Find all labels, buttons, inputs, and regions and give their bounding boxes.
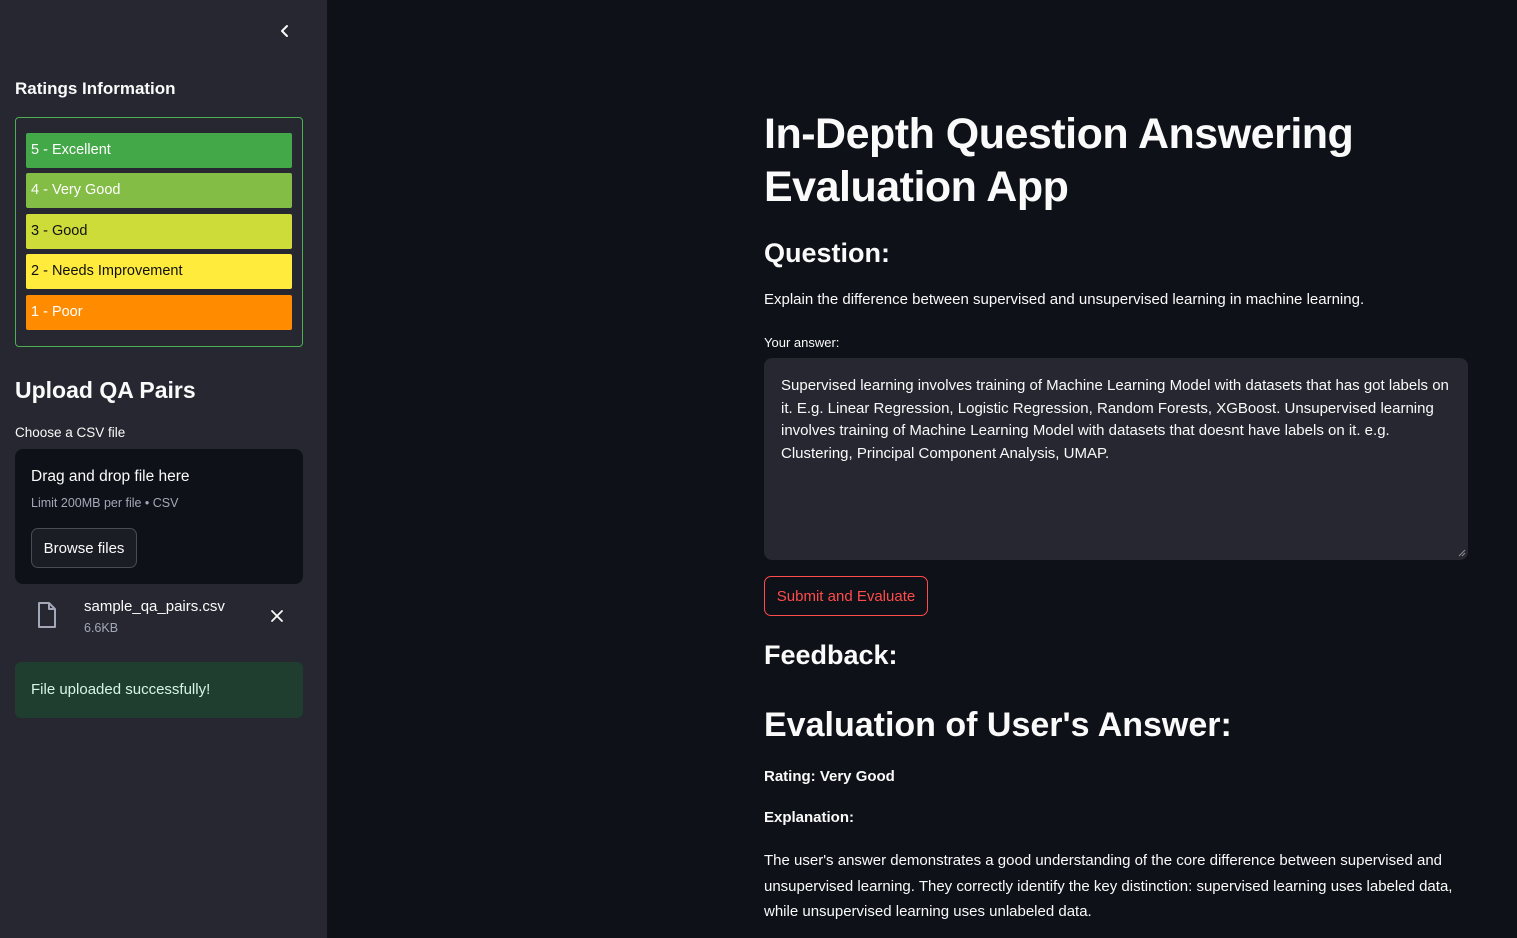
page-title-line2: Evaluation App [764,163,1069,211]
rating-very-good: 4 - Very Good [26,173,292,208]
file-dropzone[interactable]: Drag and drop file here Limit 200MB per … [15,449,303,584]
app: Ratings Information 5 - Excellent 4 - Ve… [0,0,1517,938]
explanation-text: The user's answer demonstrates a good un… [764,852,1453,920]
close-icon [271,610,283,622]
ratings-legend: 5 - Excellent 4 - Very Good 3 - Good 2 -… [15,117,303,347]
rating-good: 3 - Good [26,214,292,249]
dropzone-limit: Limit 200MB per file • CSV [31,496,179,510]
rating-result: Rating: Very Good [764,768,895,785]
uploaded-file: sample_qa_pairs.csv 6.6KB [15,590,303,646]
answer-label: Your answer: [764,335,840,350]
rating-excellent: 5 - Excellent [26,133,292,168]
upload-success-alert: File uploaded successfully! [15,662,303,718]
dropzone-instructions: Drag and drop file here [31,468,190,485]
evaluation-heading: Evaluation of User's Answer: [764,706,1232,744]
submit-evaluate-button[interactable]: Submit and Evaluate [764,576,928,616]
rating-poor: 1 - Poor [26,295,292,330]
question-heading: Question: [764,238,890,268]
main-content: In-Depth Question Answering Evaluation A… [327,0,1517,938]
ratings-heading: Ratings Information [15,79,176,98]
remove-file-button[interactable] [267,606,287,626]
file-icon [38,602,56,628]
browse-files-button[interactable]: Browse files [31,528,137,568]
page-title: In-Depth Question Answering Evaluation A… [764,108,1404,214]
explanation-label: Explanation: [764,809,855,826]
page-title-line1: In-Depth Question Answering [764,110,1354,158]
file-name: sample_qa_pairs.csv [84,598,225,615]
rating-needs-improvement: 2 - Needs Improvement [26,254,292,289]
file-uploader-label: Choose a CSV file [15,425,126,440]
answer-textarea[interactable]: Supervised learning involves training of… [764,358,1468,560]
sidebar: Ratings Information 5 - Excellent 4 - Ve… [0,0,327,938]
upload-heading: Upload QA Pairs [15,377,196,403]
file-size: 6.6KB [84,621,119,635]
chevron-left-icon [281,25,288,37]
collapse-sidebar-button[interactable] [272,18,298,44]
feedback-heading: Feedback: [764,640,898,670]
resize-handle-icon[interactable] [1458,549,1466,557]
question-text: Explain the difference between supervise… [764,291,1365,308]
